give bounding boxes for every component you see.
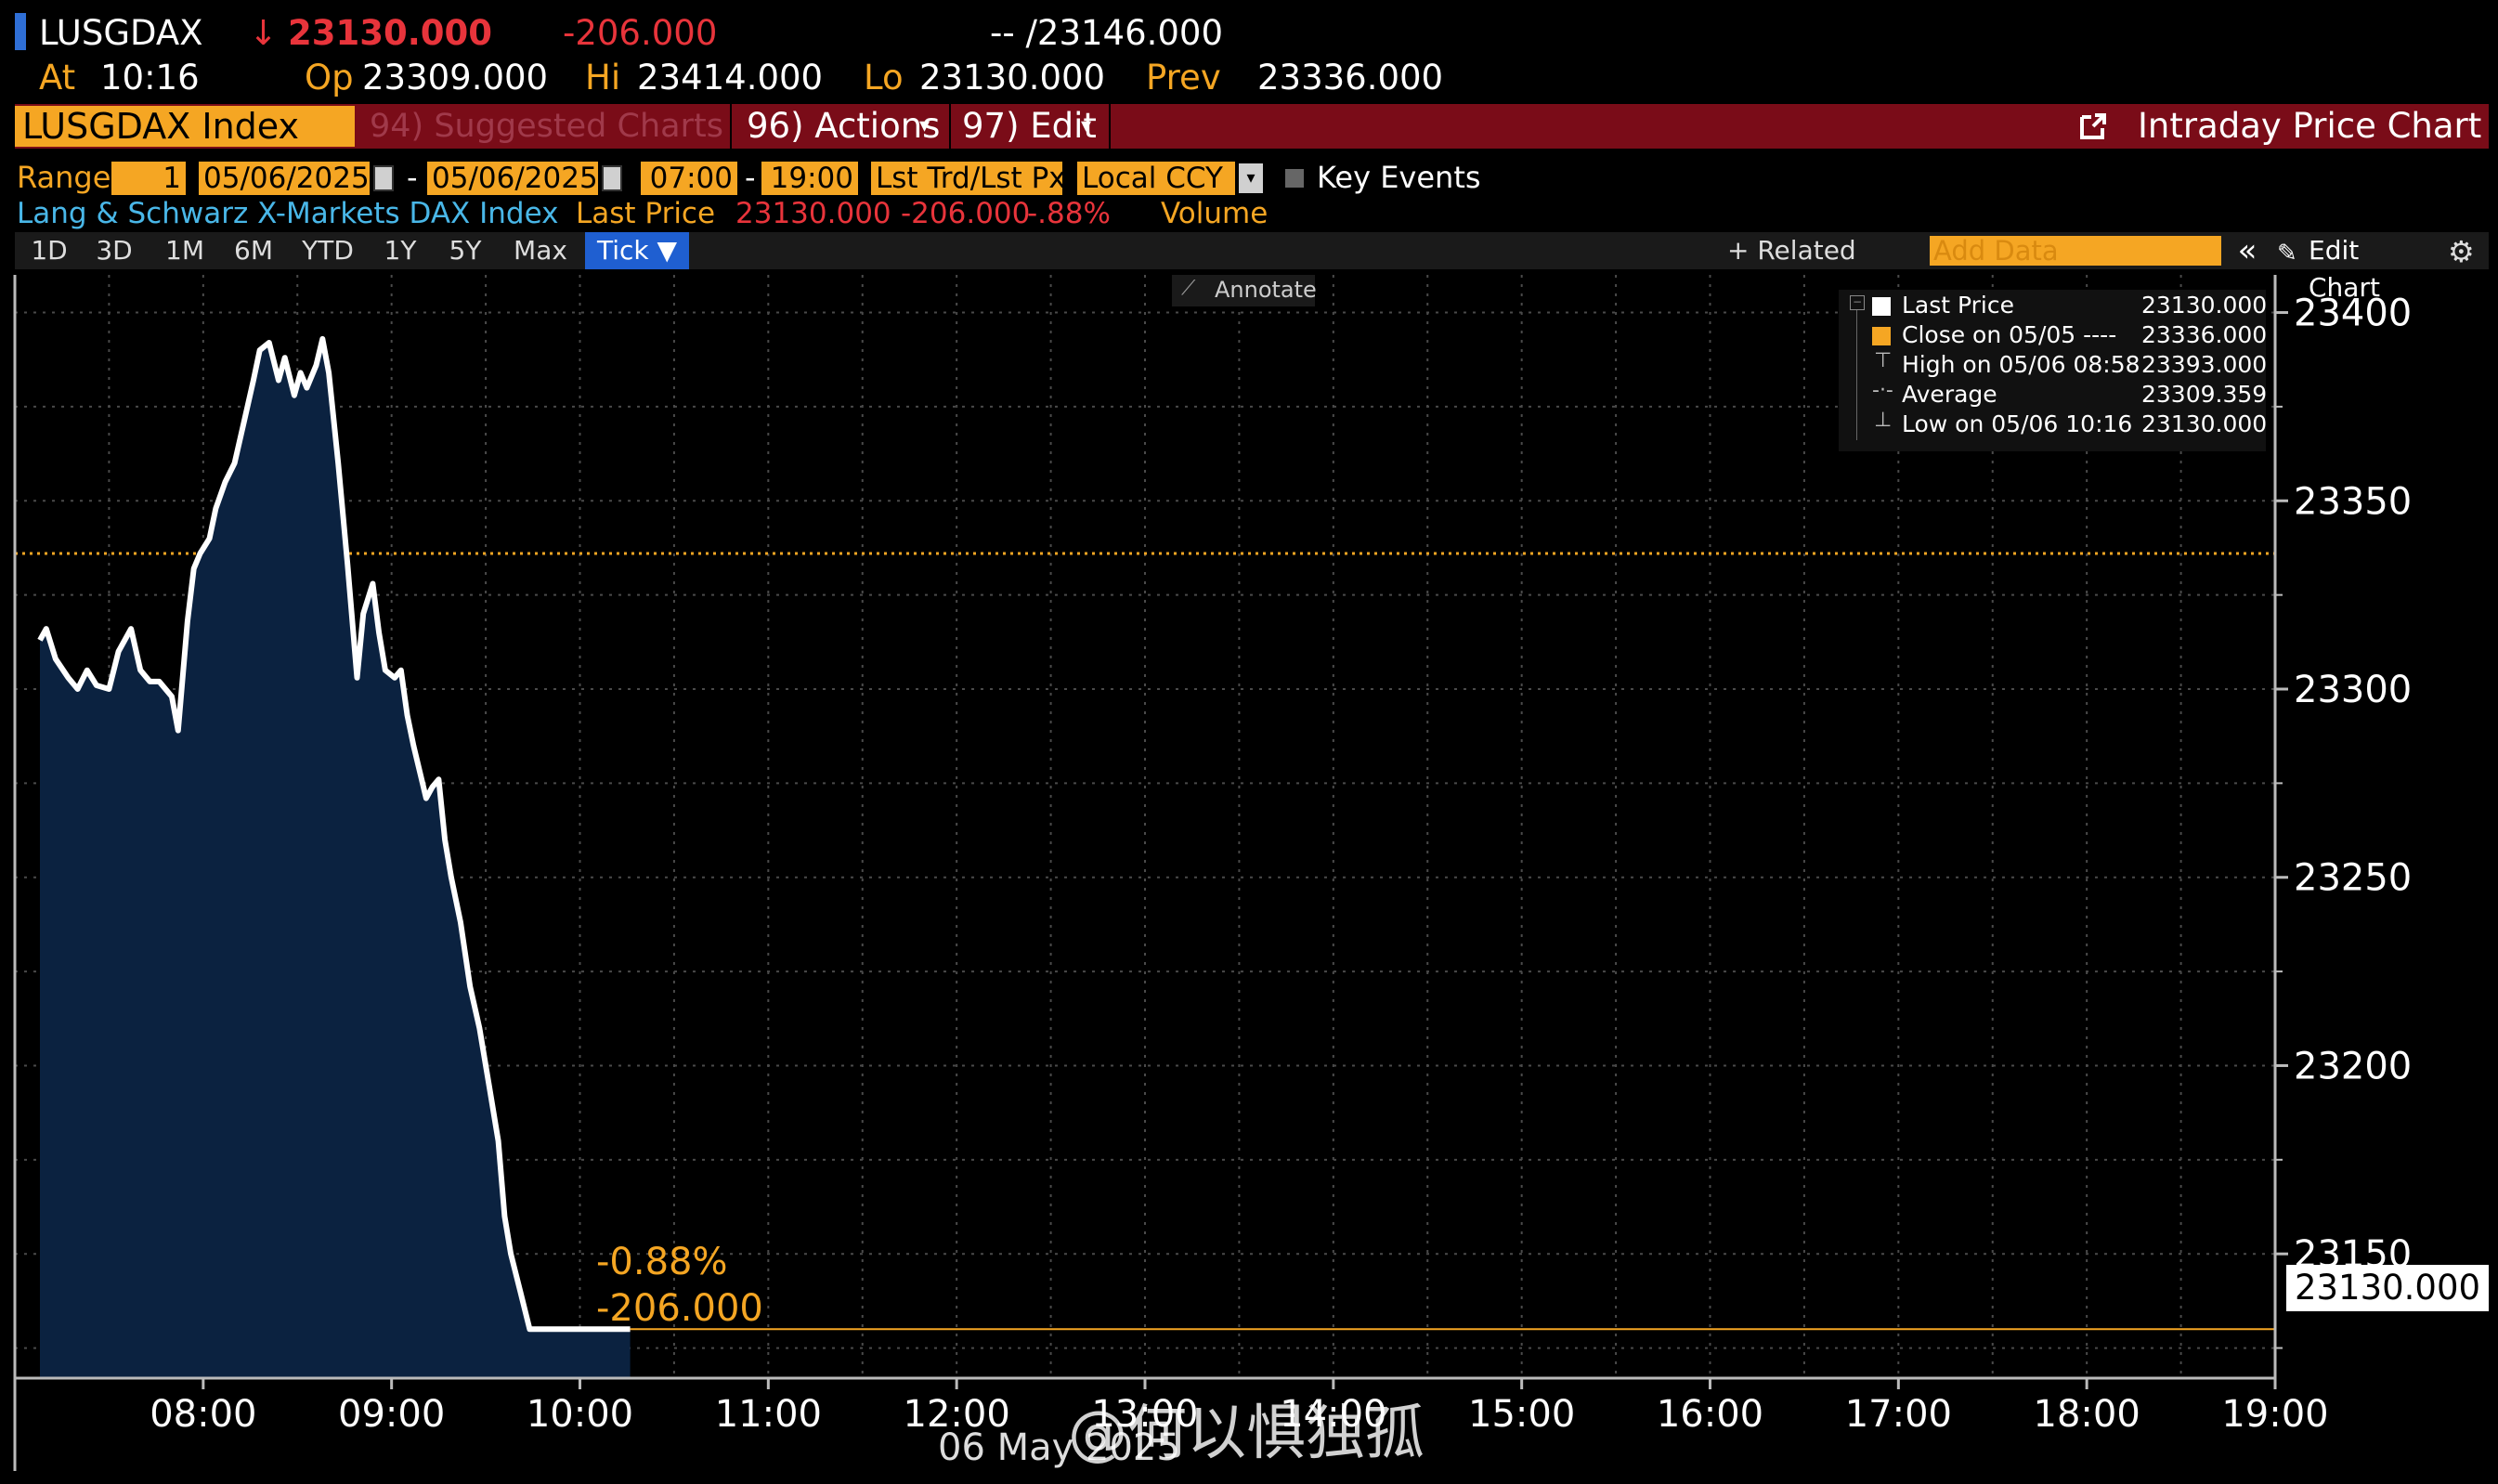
annotation-pct: -0.88% [596, 1241, 728, 1283]
x-tick-label: 17:00 [1845, 1393, 1952, 1436]
average-marker-icon: -·- [1872, 379, 1893, 402]
annotation-abs: -206.000 [596, 1287, 763, 1330]
legend-value: 23130.000 [2141, 292, 2268, 319]
annotate-button[interactable]: ⟋ Annotate [1172, 275, 1317, 306]
y-tick-label: 23200 [2294, 1045, 2412, 1087]
legend-label: Average [1902, 381, 1997, 408]
chart-legend: − Last Price 23130.000 Close on 05/05 --… [1839, 290, 2268, 451]
legend-label: Close on 05/05 ---- [1902, 321, 2117, 348]
legend-collapse-icon[interactable]: − [1850, 295, 1865, 310]
legend-tree-line [1856, 310, 1857, 440]
legend-label: Last Price [1902, 292, 2015, 319]
watermark: @何以惧独孤 [1068, 1399, 1425, 1468]
low-marker-icon: ⊥ [1874, 409, 1893, 432]
x-tick-label: 19:00 [2221, 1393, 2328, 1436]
x-tick-label: 18:00 [2034, 1393, 2140, 1436]
legend-value: 23336.000 [2141, 321, 2268, 348]
legend-label: High on 05/06 08:58 [1902, 351, 2140, 378]
x-tick-label: 15:00 [1468, 1393, 1575, 1436]
annotate-label: Annotate [1215, 277, 1317, 303]
x-tick-label: 11:00 [715, 1393, 822, 1436]
legend-value: 23393.000 [2141, 351, 2268, 378]
y-tick-label: 23300 [2294, 669, 2412, 711]
x-tick-label: 08:00 [150, 1393, 256, 1436]
legend-value: 23130.000 [2141, 410, 2268, 437]
annotate-pencil-icon: ⟋ [1181, 277, 1196, 300]
x-tick-label: 10:00 [527, 1393, 633, 1436]
legend-swatch [1872, 297, 1891, 316]
x-tick-label: 16:00 [1657, 1393, 1763, 1436]
y-tick-label: 23350 [2294, 480, 2412, 523]
price-chart[interactable]: 23150232002325023300233502340008:00 09:00… [0, 0, 2498, 1484]
last-price-tag: 23130.000 [2286, 1265, 2489, 1311]
legend-label: Low on 05/06 10:16 [1902, 410, 2133, 437]
y-tick-label: 23400 [2294, 293, 2412, 335]
y-tick-label: 23250 [2294, 857, 2412, 900]
legend-swatch [1872, 327, 1891, 345]
x-tick-label: 09:00 [338, 1393, 445, 1436]
high-marker-icon: ⊤ [1874, 349, 1893, 372]
price-area [40, 338, 631, 1378]
legend-value: 23309.359 [2141, 381, 2268, 408]
